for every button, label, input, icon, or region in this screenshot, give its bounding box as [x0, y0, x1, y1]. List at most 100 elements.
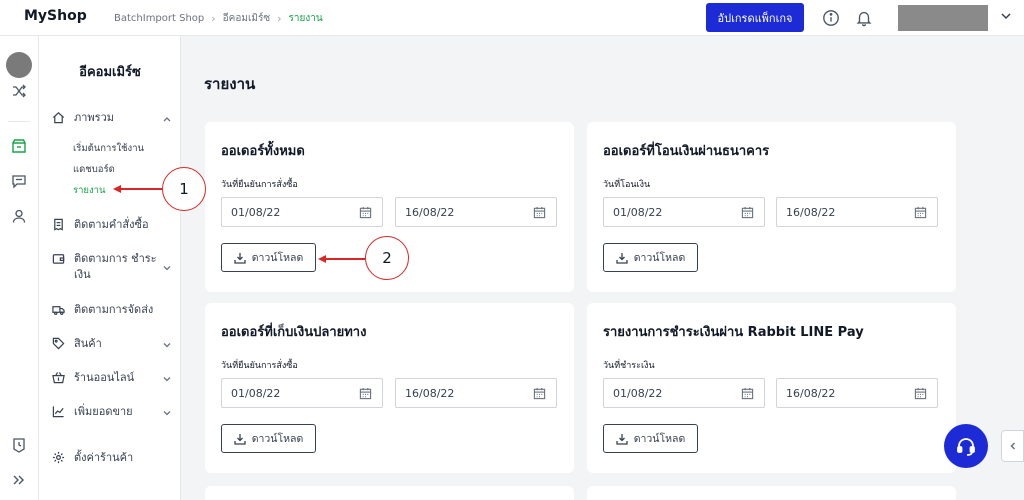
sidebar-item-products[interactable]: สินค้า	[52, 336, 172, 352]
breadcrumb-ecommerce[interactable]: อีคอมเมิร์ซ	[223, 11, 270, 26]
tag-icon	[52, 337, 65, 350]
calendar-icon[interactable]	[741, 387, 754, 400]
download-icon	[234, 433, 246, 445]
calendar-icon[interactable]	[533, 206, 546, 219]
chevron-right-icon: ›	[211, 12, 216, 25]
chevron-up-icon[interactable]	[162, 114, 172, 124]
date-value: 01/08/22	[613, 387, 663, 400]
sidebar-item-order-tracking[interactable]: ติดตามคำสั่งซื้อ	[52, 217, 172, 233]
download-icon	[616, 252, 628, 264]
top-bar: MyShop BatchImport Shop › อีคอมเมิร์ซ › …	[0, 0, 1024, 36]
avatar[interactable]	[6, 52, 32, 78]
date-to-input[interactable]: 16/08/22	[395, 197, 557, 227]
annotation-marker-1: 1	[162, 167, 206, 211]
date-to-input[interactable]: 16/08/22	[776, 197, 938, 227]
download-icon	[616, 433, 628, 445]
receipt-icon	[54, 218, 63, 231]
calendar-icon[interactable]	[359, 206, 372, 219]
user-account-box[interactable]	[898, 5, 988, 31]
date-to-input[interactable]: 16/08/22	[776, 378, 938, 408]
date-from-input[interactable]: 01/08/22	[221, 197, 383, 227]
basket-icon	[52, 372, 65, 384]
report-card-cod-orders: ออเดอร์ที่เก็บเงินปลายทาง วันที่ยืนยันกา…	[205, 303, 574, 473]
sidebar-subitem-getting-started[interactable]: เริ่มต้นการใช้งาน	[73, 141, 144, 156]
date-value: 16/08/22	[786, 387, 836, 400]
sidebar-item-shipping-tracking[interactable]: ติดตามการจัดส่ง	[52, 302, 172, 318]
chat-icon[interactable]	[11, 173, 27, 189]
date-value: 16/08/22	[405, 387, 455, 400]
date-from-input[interactable]: 01/08/22	[221, 378, 383, 408]
chevron-down-icon[interactable]	[162, 263, 172, 273]
sidebar-item-increase-sales[interactable]: เพิ่มยอดขาย	[52, 404, 172, 420]
annotation-marker-2: 2	[365, 236, 409, 280]
user-icon[interactable]	[11, 208, 27, 224]
gear-icon	[52, 451, 65, 464]
sidebar-item-label: ติดตามคำสั่งซื้อ	[74, 218, 149, 231]
sidebar-item-label: ติดตามการจัดส่ง	[74, 303, 154, 316]
breadcrumb-shop[interactable]: BatchImport Shop	[114, 13, 204, 24]
switch-icon[interactable]	[11, 83, 27, 99]
sidebar-item-store-settings[interactable]: ตั้งค่าร้านค้า	[52, 450, 172, 466]
calendar-icon[interactable]	[914, 387, 927, 400]
download-button[interactable]: ดาวน์โหลด	[603, 424, 698, 453]
download-button[interactable]: ดาวน์โหลด	[603, 243, 698, 272]
download-icon	[234, 252, 246, 264]
annotation-arrow-line	[120, 188, 162, 190]
calendar-icon[interactable]	[741, 206, 754, 219]
upgrade-package-button[interactable]: อัปเกรดแพ็กเกจ	[706, 3, 804, 32]
chevron-right-icon: ›	[277, 12, 282, 25]
sidebar-item-label: ติดตามการ ชำระเงิน	[74, 252, 157, 281]
page-title: รายงาน	[204, 75, 256, 93]
date-value: 01/08/22	[613, 206, 663, 219]
date-value: 01/08/22	[231, 206, 281, 219]
card-title: ออเดอร์ที่เก็บเงินปลายทาง	[221, 325, 367, 340]
sidebar-item-overview[interactable]: ภาพรวม	[52, 110, 172, 126]
calendar-icon[interactable]	[533, 387, 546, 400]
download-label: ดาวน์โหลด	[251, 252, 304, 264]
chevron-down-icon[interactable]	[162, 408, 172, 418]
sidebar-title: อีคอมเมิร์ซ	[79, 65, 141, 80]
chevron-down-icon[interactable]	[162, 340, 172, 350]
breadcrumb: BatchImport Shop › อีคอมเมิร์ซ › รายงาน	[114, 11, 323, 26]
download-label: ดาวน์โหลด	[633, 252, 686, 264]
date-to-input[interactable]: 16/08/22	[395, 378, 557, 408]
sidebar: อีคอมเมิร์ซ ภาพรวม เริ่มต้นการใช้งาน แดช…	[39, 36, 181, 500]
expand-double-chevron-icon[interactable]	[11, 472, 27, 488]
calendar-icon[interactable]	[914, 206, 927, 219]
report-card-rabbit-line-pay: รายงานการชำระเงินผ่าน Rabbit LINE Pay วั…	[587, 303, 956, 473]
headset-icon	[957, 438, 975, 456]
chevron-down-icon[interactable]	[1000, 10, 1012, 22]
date-label: วันที่ชำระเงิน	[603, 361, 655, 371]
bell-icon[interactable]	[855, 9, 873, 27]
download-button[interactable]: ดาวน์โหลด	[221, 424, 316, 453]
card-title: รายงานการชำระเงินผ่าน Rabbit LINE Pay	[603, 325, 864, 340]
breadcrumb-reports: รายงาน	[288, 13, 323, 24]
download-label: ดาวน์โหลด	[251, 433, 304, 445]
clock-badge-icon[interactable]	[11, 437, 27, 453]
store-icon[interactable]	[11, 138, 27, 154]
sidebar-subitem-reports[interactable]: รายงาน	[73, 183, 105, 198]
info-icon[interactable]	[822, 9, 840, 27]
chevron-down-icon[interactable]	[162, 374, 172, 384]
sidebar-item-payment-tracking[interactable]: ติดตามการ ชำระเงิน	[52, 251, 172, 283]
download-label: ดาวน์โหลด	[633, 433, 686, 445]
app-logo[interactable]: MyShop	[24, 8, 87, 24]
truck-icon	[52, 306, 65, 315]
date-from-input[interactable]: 01/08/22	[603, 197, 765, 227]
home-icon	[52, 112, 65, 124]
support-chat-button[interactable]	[944, 424, 988, 468]
date-value: 16/08/22	[405, 206, 455, 219]
rail-divider	[8, 121, 30, 122]
sidebar-item-label: ตั้งค่าร้านค้า	[74, 451, 134, 464]
date-from-input[interactable]: 01/08/22	[603, 378, 765, 408]
date-value: 16/08/22	[786, 206, 836, 219]
calendar-icon[interactable]	[359, 387, 372, 400]
chevron-left-icon	[1009, 442, 1015, 450]
download-button[interactable]: ดาวน์โหลด	[221, 243, 316, 272]
sidebar-item-label: ร้านออนไลน์	[74, 371, 135, 384]
panel-toggle-tab[interactable]	[1001, 430, 1024, 462]
sidebar-item-online-store[interactable]: ร้านออนไลน์	[52, 370, 172, 386]
card-title: ออเดอร์ที่โอนเงินผ่านธนาคาร	[603, 144, 770, 159]
sidebar-item-label: ภาพรวม	[74, 111, 115, 124]
sidebar-subitem-dashboard[interactable]: แดชบอร์ด	[73, 162, 115, 177]
